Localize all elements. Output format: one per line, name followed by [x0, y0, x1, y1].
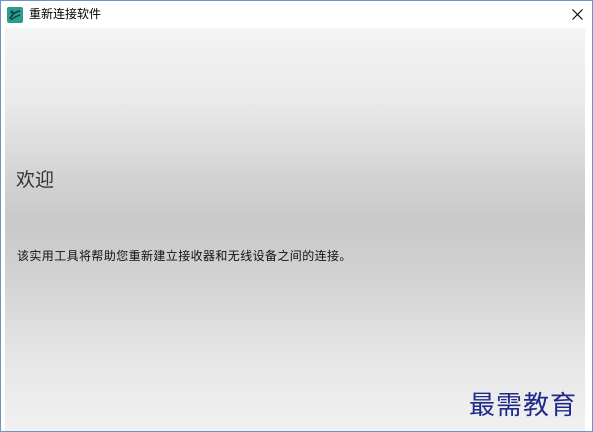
dialog-window: 重新连接软件 欢迎 该实用工具将帮助您重新建立接收器和无线设备之间的连接。 最需… — [0, 0, 593, 432]
title-bar[interactable]: 重新连接软件 — [1, 1, 592, 28]
close-icon — [571, 9, 583, 20]
window-title: 重新连接软件 — [29, 7, 102, 21]
unifying-app-icon — [7, 6, 23, 23]
welcome-panel: 欢迎 该实用工具将帮助您重新建立接收器和无线设备之间的连接。 — [5, 28, 585, 431]
close-button[interactable] — [562, 1, 592, 28]
welcome-description: 该实用工具将帮助您重新建立接收器和无线设备之间的连接。 — [17, 249, 352, 263]
watermark-logo: 最需教育 — [469, 391, 578, 421]
welcome-heading: 欢迎 — [16, 169, 55, 191]
